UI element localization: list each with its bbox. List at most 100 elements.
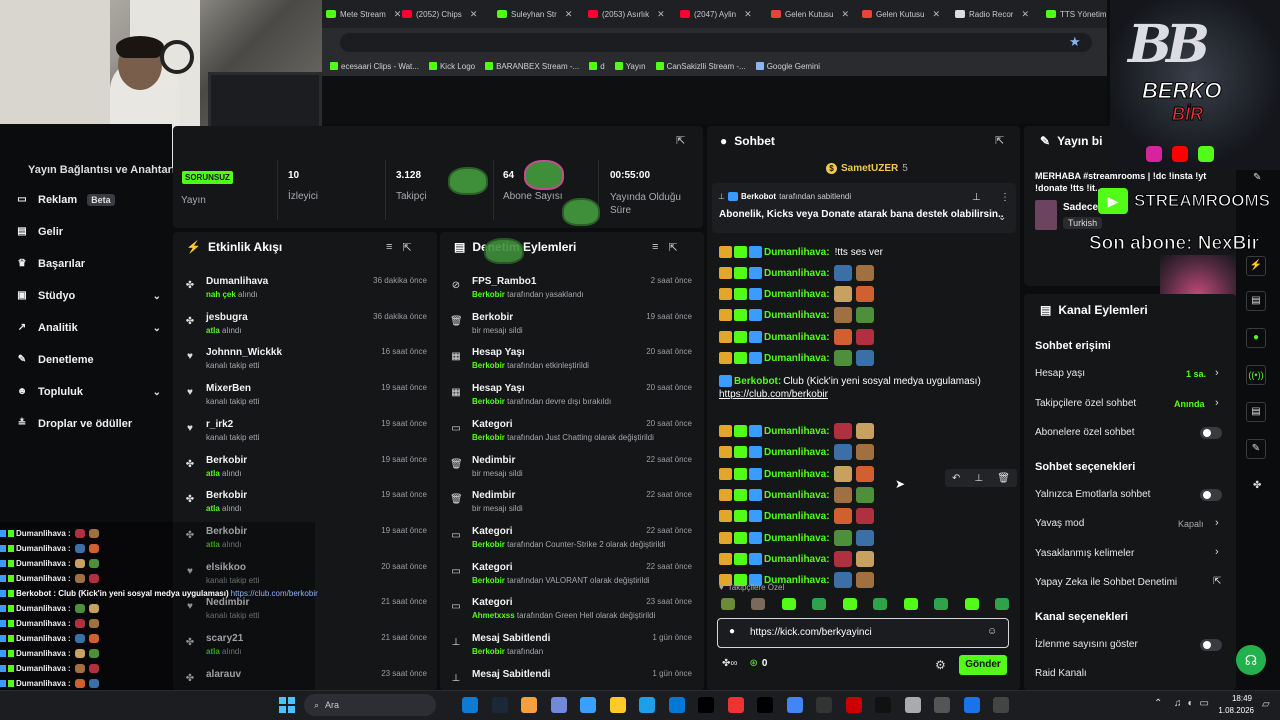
show-viewers-toggle[interactable]: [1200, 639, 1222, 651]
chat-message[interactable]: Dumanlihava:: [719, 465, 874, 483]
more-options-icon[interactable]: ⋮: [1000, 192, 1010, 203]
browser-tab[interactable]: (2052) Chips ✕: [402, 6, 490, 22]
stats-expand-icon[interactable]: ⇱: [676, 134, 685, 147]
raid-channel-label[interactable]: Raid Kanalı: [1035, 668, 1087, 679]
feed-row[interactable]: ♥ MixerBen kanalı takip etti 19 saat önce: [184, 383, 427, 417]
feed-row[interactable]: ✤ Berkobir atla alındı 19 saat önce: [184, 455, 427, 489]
taskbar-app-icon[interactable]: [904, 697, 921, 713]
sidebar-item-0[interactable]: ▭ Reklam Beta: [16, 194, 161, 206]
bookmark-item[interactable]: Kick Logo: [428, 62, 475, 71]
tray-icons[interactable]: ♫◐▭: [1174, 698, 1215, 709]
bookmark-item[interactable]: Yayın: [614, 62, 646, 71]
expand-chevron-icon[interactable]: ⌄: [998, 212, 1006, 223]
chat-message[interactable]: Dumanlihava:: [719, 328, 874, 346]
feed-row[interactable]: ♥ r_irk2 kanalı takip etti 19 saat önce: [184, 419, 427, 453]
taskbar-app-icon[interactable]: [845, 697, 862, 713]
reply-icon[interactable]: ↶: [952, 473, 960, 484]
popout-icon[interactable]: ⇱: [402, 241, 411, 254]
notification-icon[interactable]: ▱: [1262, 699, 1270, 710]
pin-message-icon[interactable]: ⊥: [974, 473, 983, 484]
emoji-picker-icon[interactable]: ☺: [987, 626, 997, 637]
chat-settings-icon[interactable]: ⚙: [935, 658, 946, 672]
chat-message[interactable]: Dumanlihava:: [719, 486, 874, 504]
chat-message[interactable]: Dumanlihava: !tts ses ver: [719, 243, 883, 261]
wrench-rail-icon[interactable]: ✎: [1246, 439, 1266, 459]
taskbar-app-icon[interactable]: [521, 697, 537, 713]
emote-icon[interactable]: [964, 598, 979, 610]
chat-username[interactable]: Dumanlihava:: [764, 353, 830, 364]
browser-tab[interactable]: Suleyhan Str ✕: [497, 6, 585, 22]
chat-username[interactable]: Dumanlihava:: [764, 426, 830, 437]
pencil-icon[interactable]: ✎: [1253, 172, 1261, 183]
bookmark-star-icon[interactable]: ★: [1069, 34, 1081, 50]
chat-message[interactable]: Dumanlihava:: [719, 285, 874, 303]
tab-close-icon[interactable]: ✕: [744, 9, 752, 20]
pinned-message[interactable]: [712, 183, 1016, 233]
browser-tab[interactable]: Radio Recor ✕: [955, 6, 1043, 22]
taskbar-app-icon[interactable]: [993, 697, 1009, 713]
chat-username[interactable]: Dumanlihava:: [764, 533, 830, 544]
feed-row[interactable]: 🗑 Berkobir bir mesajı sildi 19 saat önce: [450, 312, 692, 346]
popout-icon[interactable]: ⇱: [668, 241, 677, 254]
chat-message[interactable]: Dumanlihava:: [719, 306, 874, 324]
browser-tab[interactable]: Gelen Kutusu ✕: [771, 6, 859, 22]
browser-tab[interactable]: Mete Stream ✕: [326, 6, 414, 22]
rail-icon[interactable]: ⚡: [1246, 256, 1266, 276]
taskbar-app-icon[interactable]: [875, 697, 891, 713]
tab-close-icon[interactable]: ✕: [1021, 9, 1029, 20]
emote-only-label[interactable]: Yalnızca Emotlarla sohbet: [1035, 489, 1150, 500]
emote-icon[interactable]: [721, 598, 735, 610]
bookmark-item[interactable]: Google Gemini: [755, 62, 820, 71]
broadcast-rail-icon[interactable]: ((•)): [1246, 365, 1266, 385]
bot-link[interactable]: https://club.com/berkobir: [719, 389, 828, 400]
taskbar-app-icon[interactable]: [668, 697, 685, 713]
ai-moderation-label[interactable]: Yapay Zeka ile Sohbet Denetimi: [1035, 577, 1177, 588]
show-viewers-label[interactable]: İzlenme sayısını göster: [1035, 639, 1138, 650]
sidebar-item-6[interactable]: ☻ Topluluk ⌄: [16, 386, 161, 398]
chat-username[interactable]: Dumanlihava:: [764, 310, 830, 321]
chat-message[interactable]: Dumanlihava:: [719, 443, 874, 461]
tab-close-icon[interactable]: ✕: [932, 9, 940, 20]
chat-message[interactable]: Dumanlihava:: [719, 349, 874, 367]
chevron-down-icon[interactable]: ⌄: [153, 291, 161, 302]
taskbar-app-icon[interactable]: [550, 697, 567, 713]
chevron-right-icon[interactable]: ›: [1215, 546, 1219, 558]
support-button[interactable]: ☊: [1236, 645, 1266, 675]
taskbar-app-icon[interactable]: [727, 697, 744, 713]
chat-username[interactable]: Dumanlihava:: [764, 289, 830, 300]
chevron-right-icon[interactable]: ›: [1215, 367, 1219, 379]
emote-icon[interactable]: [842, 598, 857, 610]
subs-only-toggle[interactable]: [1200, 427, 1222, 439]
feed-row[interactable]: ▭ Kategori Berkobir tarafından Just Chatti…: [450, 419, 692, 453]
emote-only-toggle[interactable]: [1200, 489, 1222, 501]
chevron-right-icon[interactable]: ›: [1215, 397, 1219, 409]
url-input[interactable]: [340, 33, 1092, 52]
chat-message[interactable]: Dumanlihava:: [719, 550, 874, 568]
banned-words-label[interactable]: Yasaklanmış kelimeler: [1035, 548, 1134, 559]
emote-icon[interactable]: [751, 598, 766, 610]
sidebar-item-7[interactable]: ≛ Droplar ve ödüller: [16, 418, 161, 430]
sidebar-item-5[interactable]: ✎ Denetleme: [16, 354, 161, 366]
taskbar-app-icon[interactable]: [462, 697, 478, 713]
bookmark-item[interactable]: CanSakizlli Stream -...: [655, 62, 746, 71]
taskbar-search[interactable]: ⌕ Ara: [304, 694, 436, 716]
feed-row[interactable]: ✤ Dumanlihava nah çek alındı 36 dakika önce: [184, 276, 427, 310]
delete-message-icon[interactable]: 🗑: [997, 473, 1010, 484]
gift-rail-icon[interactable]: ✤: [1253, 480, 1261, 491]
chat-message[interactable]: Dumanlihava:: [719, 264, 874, 282]
feed-row[interactable]: ▦ Hesap Yaşı Berkobir tarafından etkinleşt…: [450, 347, 692, 381]
sidebar-item-1[interactable]: ▤ Gelir: [16, 226, 161, 238]
feed-row[interactable]: ▭ Kategori Berkobir tarafından VALORANT ol…: [450, 562, 692, 596]
feed-row[interactable]: ✤ jesbugra atla alındı 36 dakika önce: [184, 312, 427, 346]
rail-icon[interactable]: ▤: [1246, 402, 1266, 422]
bookmark-item[interactable]: BARANBEX Stream -...: [485, 62, 579, 71]
clock-date[interactable]: 1.08.2026: [1214, 706, 1254, 715]
slow-mode-label[interactable]: Yavaş mod: [1035, 518, 1084, 529]
browser-tab[interactable]: (2047) Aylin ✕: [680, 6, 768, 22]
chat-message[interactable]: Dumanlihava:: [719, 529, 874, 547]
chat-message[interactable]: Dumanlihava:: [719, 422, 874, 440]
rail-icon[interactable]: ▤: [1246, 291, 1266, 311]
chat-username[interactable]: Dumanlihava:: [764, 268, 830, 279]
emote-icon[interactable]: [781, 598, 796, 610]
taskbar-app-icon[interactable]: [934, 697, 950, 713]
